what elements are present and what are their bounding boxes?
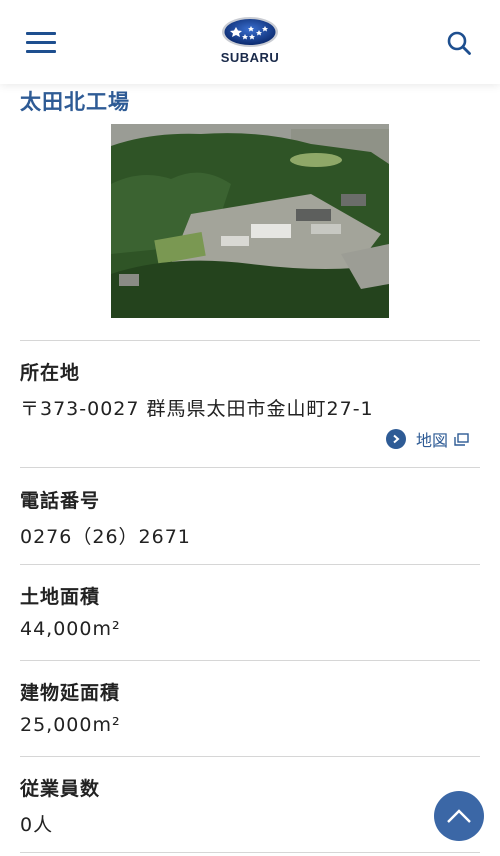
divider <box>20 340 480 341</box>
hamburger-menu-icon[interactable] <box>26 30 58 54</box>
chevron-up-icon <box>447 809 471 823</box>
subaru-logo[interactable]: SUBARU <box>205 16 295 68</box>
land-area-value: 44,000m² <box>20 618 121 640</box>
divider <box>20 467 480 468</box>
phone-label: 電話番号 <box>20 490 101 512</box>
phone-value[interactable]: 0276（26）2671 <box>20 522 191 549</box>
divider <box>20 852 480 853</box>
map-link[interactable]: 地図 <box>386 428 469 450</box>
search-icon[interactable] <box>446 30 472 56</box>
address-label: 所在地 <box>20 362 81 384</box>
subaru-emblem-icon <box>222 17 278 47</box>
land-area-label: 土地面積 <box>20 586 101 608</box>
employees-value: 0人 <box>20 814 54 836</box>
page-title: 太田北工場 <box>20 90 130 114</box>
employees-label: 従業員数 <box>20 778 101 800</box>
chevron-right-icon <box>386 429 406 449</box>
scroll-to-top-button[interactable] <box>434 791 484 841</box>
site-header: SUBARU <box>0 0 500 84</box>
floor-area-label: 建物延面積 <box>20 682 121 704</box>
address-value: 〒373-0027 群馬県太田市金山町27-1 <box>20 398 374 420</box>
external-window-icon <box>454 432 469 446</box>
divider <box>20 564 480 565</box>
map-link-label: 地図 <box>416 431 449 450</box>
logo-wordmark: SUBARU <box>220 50 280 65</box>
divider <box>20 756 480 757</box>
factory-aerial-photo <box>111 124 389 318</box>
floor-area-value: 25,000m² <box>20 714 121 736</box>
divider <box>20 660 480 661</box>
